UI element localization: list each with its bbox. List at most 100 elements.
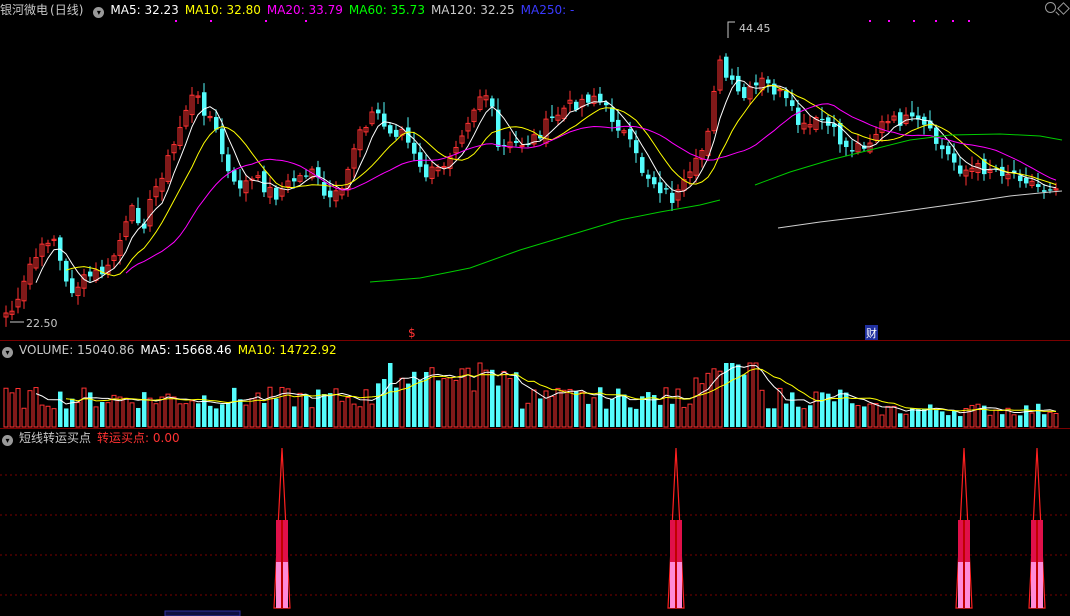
- volume-bar: [946, 415, 951, 427]
- candle-body: [796, 107, 801, 125]
- volume-bar: [406, 383, 411, 427]
- volume-bar: [922, 408, 927, 427]
- volume-bar: [873, 403, 879, 428]
- volume-bar: [699, 383, 705, 428]
- ma-legend-item: MA5: 32.23: [110, 3, 179, 17]
- volume-bar: [910, 408, 915, 427]
- volume-bar: [309, 407, 315, 428]
- volume-bar: [549, 395, 555, 428]
- volume-bar: [670, 403, 675, 427]
- event-dot: [305, 20, 307, 22]
- volume-bar: [987, 414, 993, 428]
- volume-bar: [453, 379, 459, 428]
- volume-bar: [820, 392, 825, 427]
- volume-bar: [850, 403, 855, 427]
- finance-marker[interactable]: 财: [865, 325, 878, 341]
- volume-bar: [753, 362, 759, 428]
- volume-bar: [766, 408, 771, 427]
- volume-bar: [297, 392, 303, 428]
- candle-body: [262, 171, 267, 193]
- low-price-label: 22.50: [26, 317, 58, 330]
- volume-bar: [249, 398, 255, 428]
- ma-legend-item: MA120: 32.25: [430, 3, 515, 17]
- volume-ma10: MA10: 14722.92: [237, 343, 337, 357]
- collapse-circle-icon[interactable]: ▾: [93, 7, 105, 18]
- indicator-panel[interactable]: ▾ 短线转运买点 转运买点: 0.00: [0, 428, 1070, 616]
- candle-body: [496, 109, 501, 147]
- volume-bar: [1011, 414, 1017, 428]
- volume-bar: [123, 397, 129, 428]
- volume-bar: [183, 403, 189, 428]
- volume-bar: [328, 393, 333, 427]
- volume-bar: [862, 406, 867, 427]
- volume-bar: [591, 397, 597, 428]
- volume-bar: [412, 371, 417, 427]
- candle-body: [64, 260, 69, 282]
- volume-bar: [64, 408, 69, 427]
- volume-bar: [147, 397, 153, 428]
- buy-signal-spike: [1028, 447, 1046, 609]
- candle-body: [220, 128, 225, 155]
- volume-bar: [832, 401, 837, 427]
- candle-body: [952, 153, 957, 163]
- moving-average-line: [35, 79, 1057, 284]
- event-dot: [952, 20, 954, 22]
- volume-bar: [1053, 412, 1059, 428]
- volume-bar: [189, 400, 195, 428]
- volume-bar: [15, 388, 21, 428]
- collapse-circle-icon[interactable]: ▾: [2, 347, 13, 358]
- volume-bar: [675, 388, 681, 428]
- period-label: (日线): [50, 3, 84, 17]
- volume-bar: [436, 380, 441, 427]
- collapse-circle-icon[interactable]: ▾: [2, 435, 13, 446]
- volume-ma-line: [35, 365, 1057, 414]
- candle-body: [628, 128, 633, 140]
- volume-bar: [885, 405, 891, 428]
- volume-bar: [838, 389, 843, 427]
- indicator-header: ▾ 短线转运买点 转运买点: 0.00: [0, 430, 186, 446]
- candle-body: [784, 91, 789, 99]
- volume-bar: [772, 408, 777, 427]
- price-panel[interactable]: 银河微电 (日线) ▾ MA5: 32.23 MA10: 32.80 MA20: 33.7…: [0, 0, 1070, 341]
- candle-body: [382, 113, 387, 127]
- volume-bar: [1042, 414, 1047, 427]
- volume-bar: [81, 387, 87, 428]
- candle-body: [610, 107, 615, 122]
- volume-bar: [784, 403, 789, 427]
- volume-bar: [543, 390, 549, 428]
- candle-body: [376, 109, 381, 114]
- volume-bar: [471, 390, 477, 428]
- volume-bar: [963, 408, 969, 428]
- candle-body: [328, 190, 333, 198]
- volume-bar: [813, 391, 819, 428]
- candle-body: [790, 100, 795, 107]
- candle-body: [736, 75, 741, 92]
- candle-body: [724, 56, 729, 78]
- magnifier-icon[interactable]: [1045, 2, 1056, 13]
- candle-body: [730, 75, 735, 80]
- indicator-chart[interactable]: [0, 428, 1070, 616]
- volume-bar: [687, 403, 693, 428]
- volume-ma-line: [65, 368, 1057, 412]
- volume-bar: [646, 392, 651, 427]
- volume-bar: [658, 404, 663, 427]
- candle-body: [490, 98, 495, 107]
- event-dot: [935, 20, 937, 22]
- volume-bar: [214, 408, 219, 427]
- dividend-marker[interactable]: $: [408, 326, 416, 340]
- volume-bar: [790, 392, 795, 427]
- event-dot: [869, 20, 871, 22]
- candle-body: [88, 271, 93, 277]
- candle-body: [136, 207, 141, 224]
- volume-bar: [171, 396, 177, 428]
- volume-bar: [177, 403, 183, 428]
- candle-body: [844, 140, 849, 148]
- candlestick-chart[interactable]: [0, 0, 1070, 340]
- scrollbar: [164, 610, 241, 616]
- volume-bar: [928, 404, 933, 427]
- volume-panel[interactable]: ▾ VOLUME: 15040.86 MA5: 15668.46 MA10: 1472…: [0, 340, 1070, 428]
- volume-bar: [1018, 415, 1023, 427]
- volume-bar: [808, 405, 813, 427]
- ma120-line: [777, 190, 1063, 229]
- volume-bar: [891, 405, 897, 428]
